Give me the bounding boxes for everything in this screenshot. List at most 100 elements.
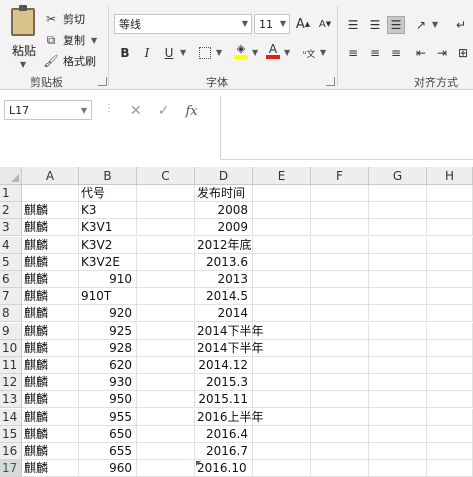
cell-g2[interactable] bbox=[369, 202, 427, 220]
cell-e10[interactable] bbox=[253, 339, 311, 357]
cell-a12[interactable]: 麒麟 bbox=[22, 374, 79, 392]
cell-f9[interactable] bbox=[311, 322, 369, 340]
cell-b15[interactable]: 650 bbox=[79, 425, 137, 443]
cancel-icon[interactable]: ✕ bbox=[130, 103, 142, 119]
row-header[interactable]: 14 bbox=[0, 408, 22, 426]
cell-g16[interactable] bbox=[369, 443, 427, 460]
row-header[interactable]: 10 bbox=[0, 339, 22, 357]
cell-e11[interactable] bbox=[253, 357, 311, 374]
enter-icon[interactable]: ✓ bbox=[158, 103, 170, 119]
align-right-button[interactable]: ≡ bbox=[387, 44, 405, 62]
cell-d10[interactable]: 2014下半年 bbox=[195, 339, 264, 357]
cell-b9[interactable]: 925 bbox=[79, 322, 137, 340]
cell-h17[interactable] bbox=[427, 460, 473, 477]
align-center-button[interactable]: ≡ bbox=[366, 44, 384, 62]
cell-f2[interactable] bbox=[311, 202, 369, 220]
cell-f13[interactable] bbox=[311, 391, 369, 409]
cell-h11[interactable] bbox=[427, 357, 473, 374]
cell-f14[interactable] bbox=[311, 408, 369, 426]
decrease-indent-button[interactable]: ⇤ bbox=[412, 44, 430, 62]
cut-button[interactable]: ✂ 剪切 bbox=[44, 10, 85, 28]
cell-c14[interactable] bbox=[137, 408, 195, 426]
chevron-down-icon[interactable]: ▼ bbox=[320, 48, 326, 57]
cell-g12[interactable] bbox=[369, 374, 427, 392]
increase-indent-button[interactable]: ⇥ bbox=[433, 44, 451, 62]
cell-a13[interactable]: 麒麟 bbox=[22, 391, 79, 409]
cell-b13[interactable]: 950 bbox=[79, 391, 137, 409]
cell-h13[interactable] bbox=[427, 391, 473, 409]
cell-b5[interactable]: K3V2E bbox=[79, 253, 137, 271]
cell-d11[interactable]: 2014.12 bbox=[195, 357, 253, 374]
cell-c6[interactable] bbox=[137, 271, 195, 288]
row-header[interactable]: 7 bbox=[0, 288, 22, 306]
cell-b16[interactable]: 655 bbox=[79, 443, 137, 460]
underline-button[interactable]: U bbox=[160, 44, 178, 62]
cell-c7[interactable] bbox=[137, 288, 195, 306]
border-button[interactable] bbox=[196, 44, 214, 62]
cell-h2[interactable] bbox=[427, 202, 473, 220]
cell-d15[interactable]: 2016.4 bbox=[195, 425, 253, 443]
cell-c5[interactable] bbox=[137, 253, 195, 271]
row-header[interactable]: 2 bbox=[0, 202, 22, 220]
column-header-c[interactable]: C bbox=[137, 167, 195, 185]
cell-f7[interactable] bbox=[311, 288, 369, 306]
orientation-button[interactable]: ↗ bbox=[412, 16, 430, 34]
align-bottom-button[interactable]: ☰ bbox=[387, 16, 405, 34]
paste-button[interactable]: 粘贴 ▼ bbox=[4, 4, 42, 69]
cell-a11[interactable]: 麒麟 bbox=[22, 357, 79, 374]
cell-h9[interactable] bbox=[427, 322, 473, 340]
cell-g17[interactable] bbox=[369, 460, 427, 477]
cell-c9[interactable] bbox=[137, 322, 195, 340]
cell-f17[interactable] bbox=[311, 460, 369, 477]
cell-e2[interactable] bbox=[253, 202, 311, 220]
phonetic-button[interactable]: ᵘ文 bbox=[300, 44, 318, 62]
cell-e8[interactable] bbox=[253, 305, 311, 323]
column-header-e[interactable]: E bbox=[253, 167, 311, 185]
cell-c2[interactable] bbox=[137, 202, 195, 220]
cell-c11[interactable] bbox=[137, 357, 195, 374]
cell-g8[interactable] bbox=[369, 305, 427, 323]
chevron-down-icon[interactable]: ▼ bbox=[216, 48, 222, 57]
column-header-a[interactable]: A bbox=[22, 167, 79, 185]
cell-f1[interactable] bbox=[311, 185, 369, 202]
cell-g7[interactable] bbox=[369, 288, 427, 306]
select-all-button[interactable] bbox=[0, 167, 22, 185]
fill-color-button[interactable]: ◈ bbox=[232, 42, 250, 60]
cell-g4[interactable] bbox=[369, 236, 427, 254]
cell-e16[interactable] bbox=[253, 443, 311, 460]
column-header-d[interactable]: D bbox=[195, 167, 253, 185]
cell-h8[interactable] bbox=[427, 305, 473, 323]
wrap-text-button[interactable]: ↵ bbox=[452, 16, 470, 34]
font-size-dropdown[interactable]: 11 ▼ bbox=[254, 14, 290, 34]
align-top-button[interactable]: ☰ bbox=[344, 16, 362, 34]
cell-f6[interactable] bbox=[311, 271, 369, 288]
cell-d6[interactable]: 2013 bbox=[195, 271, 253, 288]
row-header[interactable]: 16 bbox=[0, 443, 22, 460]
cell-b6[interactable]: 910 bbox=[79, 271, 137, 288]
font-color-button[interactable]: A bbox=[264, 42, 282, 60]
column-header-h[interactable]: H bbox=[427, 167, 473, 185]
cell-e17[interactable] bbox=[253, 460, 311, 477]
cell-c17[interactable] bbox=[137, 460, 195, 477]
cell-a6[interactable]: 麒麟 bbox=[22, 271, 79, 288]
cell-f5[interactable] bbox=[311, 253, 369, 271]
row-header[interactable]: 1 bbox=[0, 185, 22, 202]
clipboard-launcher-icon[interactable] bbox=[98, 77, 107, 86]
cell-d12[interactable]: 2015.3 bbox=[195, 374, 253, 392]
cell-e1[interactable] bbox=[253, 185, 311, 202]
cell-d7[interactable]: 2014.5 bbox=[195, 288, 253, 306]
cell-b10[interactable]: 928 bbox=[79, 339, 137, 357]
row-header[interactable]: 4 bbox=[0, 236, 22, 254]
cell-f8[interactable] bbox=[311, 305, 369, 323]
cell-f16[interactable] bbox=[311, 443, 369, 460]
cell-f11[interactable] bbox=[311, 357, 369, 374]
cell-a16[interactable]: 麒麟 bbox=[22, 443, 79, 460]
worksheet-grid[interactable]: ABCDEFGH 1 代号 发布时间 2 麒麟 K3 2008 3 麒麟 K3V1 2009 4 麒麟 K… bbox=[0, 167, 473, 477]
cell-a1[interactable] bbox=[22, 185, 79, 202]
shrink-font-button[interactable]: A ▼ bbox=[316, 15, 334, 33]
cell-b12[interactable]: 930 bbox=[79, 374, 137, 392]
cell-e13[interactable] bbox=[253, 391, 311, 409]
row-header[interactable]: 17 bbox=[0, 460, 22, 477]
cell-c8[interactable] bbox=[137, 305, 195, 323]
column-header-f[interactable]: F bbox=[311, 167, 369, 185]
